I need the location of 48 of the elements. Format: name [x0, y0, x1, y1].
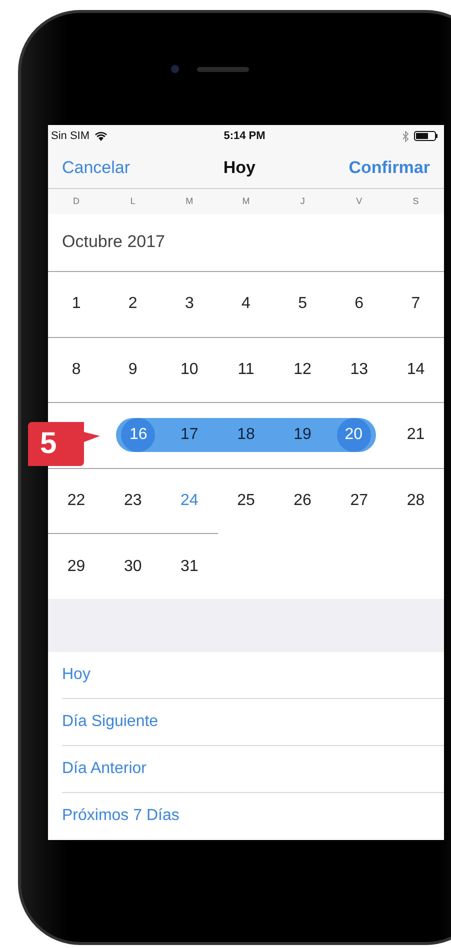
day-number[interactable]: 30	[124, 558, 142, 576]
weekday-label: M	[186, 196, 194, 206]
nav-title: Hoy	[223, 158, 256, 178]
weekday-label: L	[130, 196, 136, 206]
day-number[interactable]: 11	[238, 360, 254, 379]
day-number[interactable]: 4	[242, 295, 250, 314]
camera-icon	[171, 65, 179, 73]
speaker-icon	[197, 66, 249, 72]
day-number[interactable]: 24	[180, 492, 198, 510]
day-number[interactable]: 9	[128, 360, 138, 379]
callout-number: 5	[40, 427, 57, 461]
bluetooth-icon	[402, 130, 409, 142]
day-number[interactable]: 25	[237, 492, 255, 510]
day-number[interactable]: 13	[350, 360, 368, 379]
day-number[interactable]: 10	[180, 360, 198, 379]
day-number[interactable]: 1	[72, 295, 81, 314]
clock-label: 5:14 PM	[224, 130, 266, 142]
callout-badge	[28, 422, 100, 466]
day-number[interactable]: 6	[354, 295, 364, 314]
month-title: Octubre 2017	[62, 232, 166, 252]
wifi-icon	[94, 132, 107, 141]
day-number[interactable]: 21	[406, 426, 425, 444]
day-number[interactable]: 27	[350, 492, 368, 510]
day-number[interactable]: 3	[184, 295, 194, 314]
weekday-label: V	[356, 196, 362, 206]
weekday-label: D	[73, 196, 80, 206]
day-number[interactable]: 5	[298, 295, 308, 314]
day-number[interactable]: 2	[128, 295, 138, 314]
day-number[interactable]: 7	[411, 295, 420, 314]
day-number[interactable]: 17	[180, 426, 198, 444]
day-number[interactable]: 18	[237, 426, 255, 444]
day-number[interactable]: 14	[406, 360, 425, 379]
day-number[interactable]: 26	[294, 492, 312, 510]
day-number[interactable]: 31	[180, 558, 198, 576]
weekday-label: M	[242, 196, 250, 206]
day-number[interactable]: 22	[67, 492, 86, 510]
day-number[interactable]: 20	[336, 418, 371, 452]
carrier-label: Sin SIM	[51, 130, 90, 142]
day-number[interactable]: 12	[294, 360, 312, 379]
day-number[interactable]: 19	[294, 426, 312, 444]
day-number[interactable]: 16	[121, 418, 156, 452]
day-number[interactable]: 8	[72, 360, 81, 379]
weekday-label: S	[412, 196, 419, 206]
day-number[interactable]: 23	[124, 492, 142, 510]
day-number[interactable]: 28	[406, 492, 425, 510]
day-number[interactable]: 29	[67, 558, 86, 576]
weekday-label: J	[300, 196, 305, 206]
battery-icon	[414, 131, 438, 142]
